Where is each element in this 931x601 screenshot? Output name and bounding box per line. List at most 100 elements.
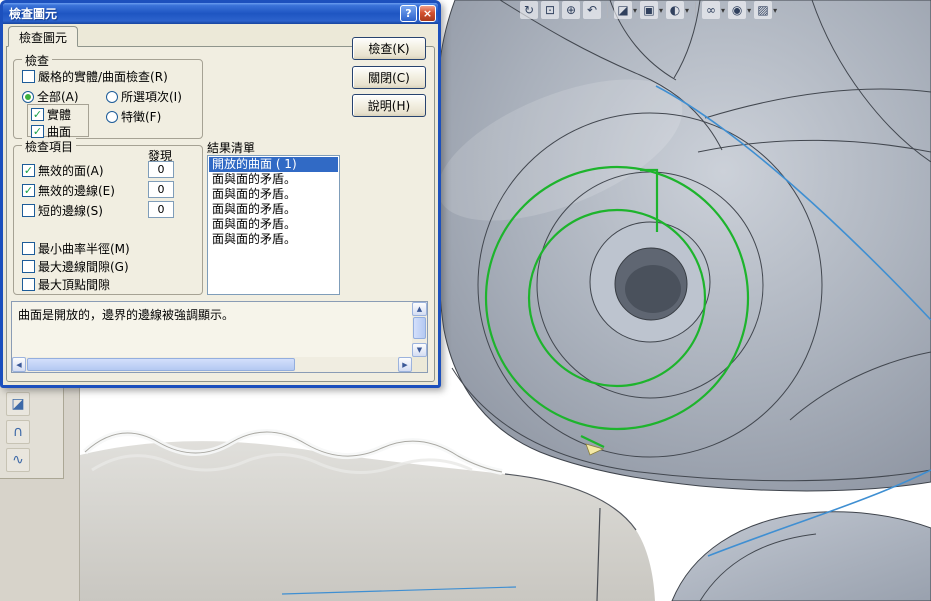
strict-check-label: 嚴格的實體/曲面檢查(R) xyxy=(38,70,168,84)
max-vertex-gap-checkbox[interactable] xyxy=(22,278,35,291)
max-edge-gap-label: 最大邊線間隙(G) xyxy=(38,260,129,274)
max-edge-gap-checkbox[interactable] xyxy=(22,260,35,273)
check-items-legend: 檢查項目 xyxy=(22,138,77,155)
invalid-edges-count[interactable]: 0 xyxy=(148,181,174,198)
section-view-button[interactable]: ◪ ▾ xyxy=(614,1,637,19)
result-item[interactable]: 面與面的矛盾。 xyxy=(209,172,338,187)
display-style-button[interactable]: ◐ ▾ xyxy=(666,1,689,19)
check-group: 檢查 嚴格的實體/曲面檢查(R) 全部(A) 所選項次(I) ✓ 實體 ✓ 曲面… xyxy=(13,52,203,139)
min-radius-label: 最小曲率半徑(M) xyxy=(38,242,130,256)
zoom-to-fit-icon: ⊡ xyxy=(541,1,559,19)
scroll-left-button[interactable]: ◀ xyxy=(12,357,26,372)
scope-selected-row[interactable]: 所選項次(I) xyxy=(106,88,182,105)
scope-selected-radio[interactable] xyxy=(106,90,118,103)
result-item[interactable]: 面與面的矛盾。 xyxy=(209,202,338,217)
surface-tool-1-button[interactable]: ◪ xyxy=(6,392,30,416)
short-edges-row[interactable]: 短的邊線(S) xyxy=(22,202,103,219)
close-titlebar-button[interactable]: × xyxy=(419,5,436,22)
scope-feature-radio[interactable] xyxy=(106,110,118,123)
dropdown-arrow-icon[interactable]: ▾ xyxy=(721,6,725,15)
scroll-up-button[interactable]: ▲ xyxy=(412,302,427,316)
dropdown-arrow-icon[interactable]: ▾ xyxy=(659,6,663,15)
close-button[interactable]: 關閉(C) xyxy=(352,66,426,89)
check-icon: ✓ xyxy=(32,125,43,138)
help-titlebar-button[interactable]: ? xyxy=(400,5,417,22)
dialog-titlebar[interactable]: 檢查圖元 ? × xyxy=(3,3,438,24)
previous-view-button[interactable]: ↶ xyxy=(583,1,601,19)
solid-check-row[interactable]: ✓ 實體 xyxy=(31,106,85,123)
vertical-scrollbar[interactable]: ▲ ▼ xyxy=(412,302,427,357)
max-vertex-gap-row[interactable]: 最大頂點間隙 xyxy=(22,276,110,293)
left-panel: ◪ ∩ ∿ xyxy=(0,386,80,601)
scope-feature-row[interactable]: 特徵(F) xyxy=(106,108,161,125)
invalid-faces-label: 無效的面(A) xyxy=(38,164,104,178)
scroll-down-button[interactable]: ▼ xyxy=(412,343,427,357)
result-item[interactable]: 面與面的矛盾。 xyxy=(209,232,338,247)
scroll-right-button[interactable]: ▶ xyxy=(398,357,412,372)
invalid-edges-label: 無效的邊線(E) xyxy=(38,184,115,198)
check-icon: ✓ xyxy=(23,184,34,197)
max-vertex-gap-label: 最大頂點間隙 xyxy=(38,278,111,292)
check-entity-dialog: 檢查圖元 ? × 檢查圖元 檢查 嚴格的實體/曲面檢查(R) 全部(A) 所選項… xyxy=(0,0,441,388)
dialog-title: 檢查圖元 xyxy=(9,7,58,21)
horizontal-scroll-track[interactable] xyxy=(296,357,398,372)
app-window: ↻ ⊡ ⊕ ↶ ◪ ▾ ▣ ▾ ◐ ▾ ∞ ▾ ◉ ▾ ▨ ▾ ◪ ∩ ∿ 檢查圖元 ? ×… xyxy=(0,0,931,601)
view-orientation-button[interactable]: ▣ ▾ xyxy=(640,1,663,19)
dropdown-arrow-icon[interactable]: ▾ xyxy=(633,6,637,15)
vertical-scroll-thumb[interactable] xyxy=(413,317,426,339)
invalid-faces-row[interactable]: ✓ 無效的面(A) xyxy=(22,162,104,179)
min-radius-row[interactable]: 最小曲率半徑(M) xyxy=(22,240,130,257)
result-item[interactable]: 開放的曲面 ( 1) xyxy=(209,157,338,172)
surface-tool-1-icon: ◪ xyxy=(11,396,25,412)
surface-checkbox[interactable]: ✓ xyxy=(31,125,44,138)
check-button[interactable]: 檢查(K) xyxy=(352,37,426,60)
horizontal-scrollbar[interactable]: ◀ ▶ xyxy=(12,357,412,372)
help-button[interactable]: 說明(H) xyxy=(352,94,426,117)
model-bottom-right-surface[interactable] xyxy=(671,511,931,601)
scope-all-row[interactable]: 全部(A) xyxy=(22,88,79,105)
check-group-legend: 檢查 xyxy=(22,52,53,69)
check-icon: ✓ xyxy=(32,108,43,121)
display-style-icon: ◐ xyxy=(666,1,685,19)
invalid-edges-row[interactable]: ✓ 無效的邊線(E) xyxy=(22,182,115,199)
scope-all-radio[interactable] xyxy=(22,90,34,103)
surface-toolbar: ◪ ∩ ∿ xyxy=(0,386,64,479)
tab-check-entity[interactable]: 檢查圖元 xyxy=(8,26,79,47)
surface-tool-2-button[interactable]: ∩ xyxy=(6,420,30,444)
entity-type-box: ✓ 實體 ✓ 曲面 xyxy=(27,104,89,139)
result-item[interactable]: 面與面的矛盾。 xyxy=(209,187,338,202)
invalid-faces-count[interactable]: 0 xyxy=(148,161,174,178)
result-listbox[interactable]: 開放的曲面 ( 1) 面與面的矛盾。 面與面的矛盾。 面與面的矛盾。 面與面的矛… xyxy=(207,155,340,295)
horizontal-scroll-thumb[interactable] xyxy=(27,358,295,371)
rotate-view-button[interactable]: ↻ xyxy=(520,1,538,19)
dropdown-arrow-icon[interactable]: ▾ xyxy=(773,6,777,15)
short-edges-label: 短的邊線(S) xyxy=(38,204,103,218)
strict-check-row[interactable]: 嚴格的實體/曲面檢查(R) xyxy=(22,68,168,85)
hide-show-items-button[interactable]: ∞ ▾ xyxy=(702,1,725,19)
surface-tool-2-icon: ∩ xyxy=(12,424,24,440)
short-edges-count[interactable]: 0 xyxy=(148,201,174,218)
tab-page: 檢查 嚴格的實體/曲面檢查(R) 全部(A) 所選項次(I) ✓ 實體 ✓ 曲面… xyxy=(6,37,435,382)
edit-appearance-button[interactable]: ◉ ▾ xyxy=(728,1,751,19)
dropdown-arrow-icon[interactable]: ▾ xyxy=(685,6,689,15)
radio-dot-icon xyxy=(25,93,31,100)
solid-checkbox[interactable]: ✓ xyxy=(31,108,44,121)
zoom-to-area-button[interactable]: ⊕ xyxy=(562,1,580,19)
view-toolbar: ↻ ⊡ ⊕ ↶ ◪ ▾ ▣ ▾ ◐ ▾ ∞ ▾ ◉ ▾ ▨ ▾ xyxy=(520,1,777,19)
surface-tool-3-button[interactable]: ∿ xyxy=(6,448,30,472)
dialog-body: 檢查圖元 檢查 嚴格的實體/曲面檢查(R) 全部(A) 所選項次(I) ✓ 實體… xyxy=(3,24,438,385)
dropdown-arrow-icon[interactable]: ▾ xyxy=(747,6,751,15)
result-list-label: 結果清單 xyxy=(207,141,256,155)
min-radius-checkbox[interactable] xyxy=(22,242,35,255)
strict-check-checkbox[interactable] xyxy=(22,70,35,83)
result-item[interactable]: 面與面的矛盾。 xyxy=(209,217,338,232)
surface-tool-3-icon: ∿ xyxy=(12,452,24,468)
max-edge-gap-row[interactable]: 最大邊線間隙(G) xyxy=(22,258,129,275)
zoom-to-fit-button[interactable]: ⊡ xyxy=(541,1,559,19)
short-edges-checkbox[interactable] xyxy=(22,204,35,217)
model-hole-shadow xyxy=(625,265,681,313)
invalid-edges-checkbox[interactable]: ✓ xyxy=(22,184,35,197)
invalid-faces-checkbox[interactable]: ✓ xyxy=(22,164,35,177)
apply-scene-icon: ▨ xyxy=(754,1,773,19)
apply-scene-button[interactable]: ▨ ▾ xyxy=(754,1,777,19)
